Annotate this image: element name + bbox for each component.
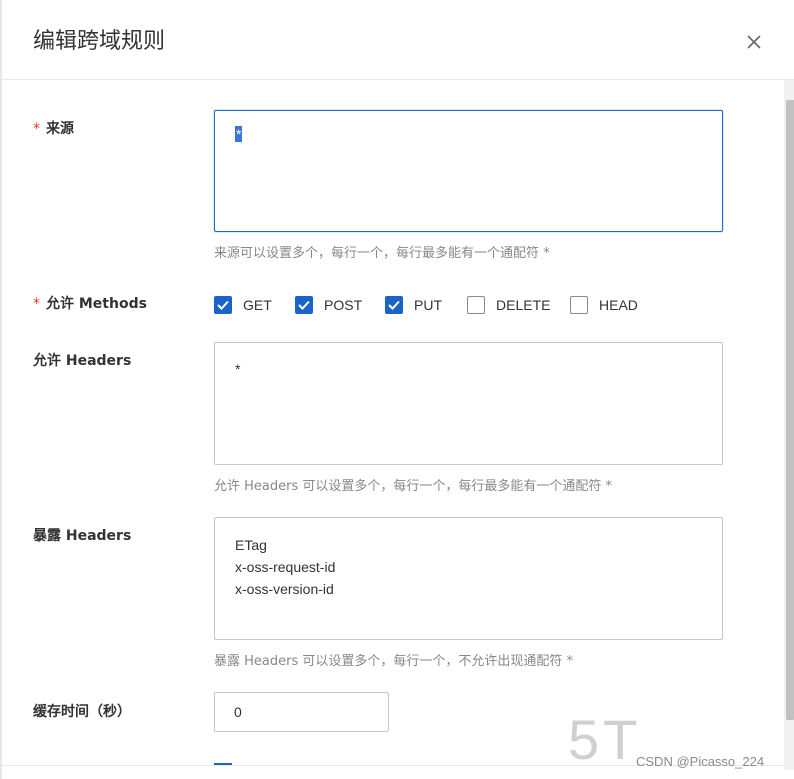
allow-headers-value: * [235,361,241,377]
checkbox-put[interactable]: PUT [385,294,442,316]
checkbox-delete[interactable]: DELETE [467,294,550,316]
checkbox-label: PUT [414,297,442,313]
checkbox-post[interactable]: POST [295,294,362,316]
expose-headers-textarea[interactable]: ETag x-oss-request-id x-oss-version-id [214,517,723,640]
checkbox-label: GET [243,297,272,313]
allow-headers-textarea[interactable]: * [214,342,723,465]
cache-time-label: 缓存时间（秒） [33,704,131,720]
checkbox-box[interactable] [570,296,588,314]
expose-headers-label: 暴露 Headers [33,528,132,544]
checkbox-box[interactable] [295,296,313,314]
edit-cors-rule-dialog: 编辑跨域规则 * 来源 * 来源可以设置多个，每行一个，每行最多能有一个通配符 *… [0,0,794,779]
expose-headers-line: x-oss-request-id [235,559,336,575]
origin-label: * 来源 [33,119,74,139]
required-mark: * [33,121,40,137]
origin-value: * [235,126,243,142]
dialog-header: 编辑跨域规则 [2,0,794,80]
checkbox-head[interactable]: HEAD [570,294,638,316]
cache-time-input[interactable]: 0 [214,692,389,732]
partial-checkbox[interactable] [214,763,232,769]
expose-headers-help: 暴露 Headers 可以设置多个，每行一个，不允许出现通配符 * [214,654,574,669]
methods-label: * 允许 Methods [33,294,147,314]
checkbox-box[interactable] [467,296,485,314]
origin-label-text: 来源 [46,121,74,137]
watermark-logo: 5T [568,708,642,771]
origin-textarea[interactable]: * [214,110,723,232]
checkbox-get[interactable]: GET [214,294,272,316]
checkbox-label: DELETE [496,297,551,313]
checkbox-box[interactable] [214,296,232,314]
origin-help: 来源可以设置多个，每行一个，每行最多能有一个通配符 * [214,246,550,261]
expose-headers-line: x-oss-version-id [235,581,334,597]
checkbox-label: HEAD [599,297,638,313]
required-mark: * [33,296,40,312]
watermark-text: CSDN @Picasso_224 [636,754,765,769]
methods-label-text: 允许 Methods [46,296,147,312]
expose-headers-line: ETag [235,537,267,553]
checkbox-box[interactable] [385,296,403,314]
checkbox-label: POST [324,297,363,313]
allow-headers-help: 允许 Headers 可以设置多个，每行一个，每行最多能有一个通配符 * [214,479,613,494]
close-icon[interactable] [740,28,768,56]
scrollbar-thumb[interactable] [786,100,794,720]
allow-headers-label: 允许 Headers [33,353,132,369]
dialog-title: 编辑跨域规则 [33,29,166,54]
